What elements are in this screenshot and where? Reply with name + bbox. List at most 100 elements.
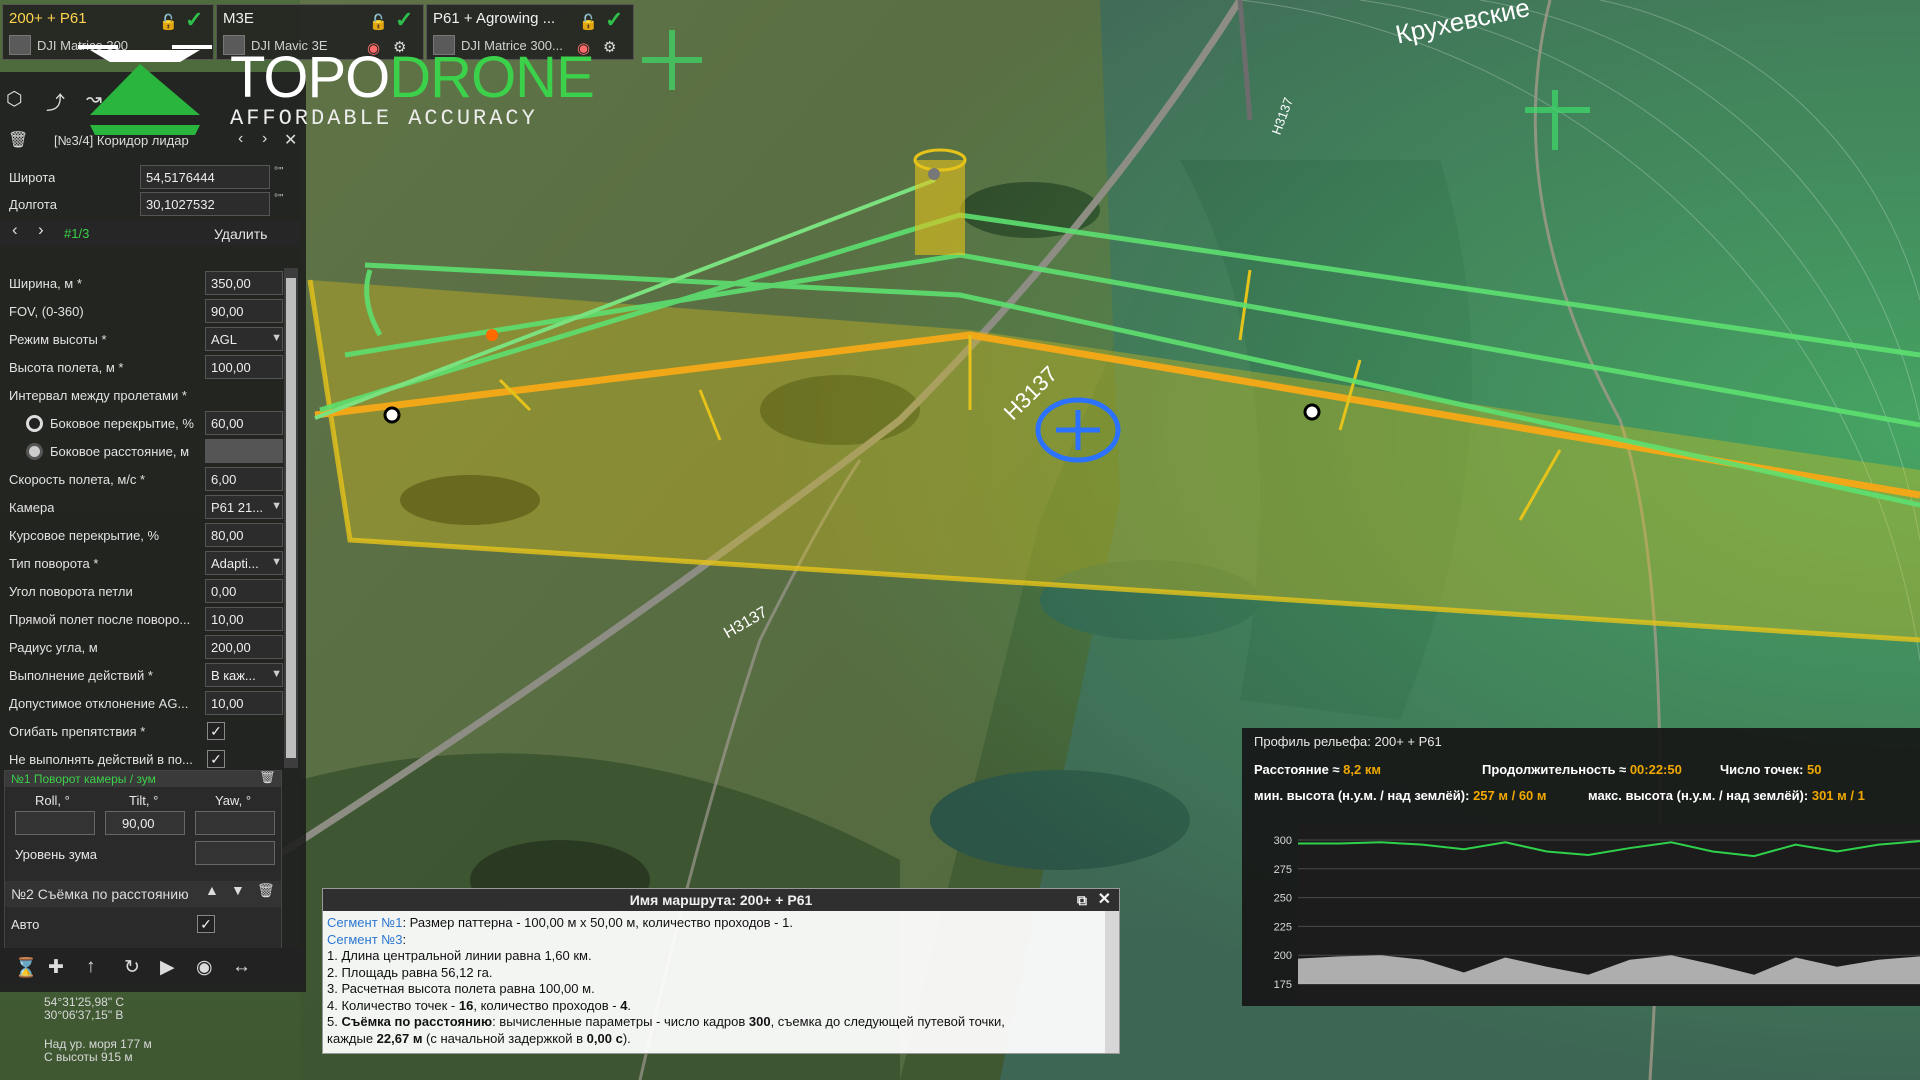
roll-label: Roll, ° [35, 793, 70, 808]
route-line: 2. Площадь равна 56,12 га. [327, 964, 493, 980]
field-label: Камера [9, 500, 55, 515]
y-tick-label: 175 [1274, 979, 1292, 991]
select-value: В кaж... [211, 668, 256, 683]
yaw-input[interactable] [195, 811, 275, 835]
field-label: Высота полета, м * [9, 360, 124, 375]
route-info-panel: Имя маршрута: 200+ + P61 ⧉ ✕ Сегмент №1:… [322, 888, 1120, 1054]
action-camera-zoom: №1 Поворот камеры / зум 🗑 Roll, ° Tilt, … [4, 770, 282, 950]
zoom-label: Уровень зума [15, 847, 98, 862]
segment-text: : Размер паттерна - 100,00 м x 50,00 м, … [402, 915, 793, 930]
side-distance-input[interactable] [205, 439, 283, 463]
auto-label: Авто [11, 917, 40, 932]
flight-speed-input[interactable]: 6,00 [205, 467, 283, 491]
route-info-body: Сегмент №1: Размер паттерна - 100,00 м x… [323, 911, 1103, 1053]
lock-icon[interactable]: 🔓 [579, 13, 598, 31]
field-label: FOV, (0-360) [9, 304, 84, 319]
profile-title: Профиль рельефа: 200+ + P61 [1254, 734, 1442, 749]
field-row: Боковое расстояние, м [0, 438, 300, 464]
field-row: Курсовое перекрытие, % 80,00 [0, 522, 300, 548]
move-down-icon[interactable]: ▼ [231, 882, 245, 898]
turn-type-select[interactable]: Adapti... ▼ [205, 551, 283, 575]
tilt-input[interactable]: 90,00 [105, 811, 185, 835]
skip-actions-checkbox[interactable]: ✓ [207, 750, 225, 768]
select-value: Adapti... [211, 556, 259, 571]
y-tick-label: 200 [1274, 950, 1292, 962]
loop-angle-input[interactable]: 0,00 [205, 579, 283, 603]
video-icon[interactable]: ▶ [160, 956, 175, 979]
profile-max-height: макс. высота (н.у.м. / над землёй): 301 … [1588, 788, 1865, 803]
drone-thumbnail [9, 35, 31, 55]
latitude-label: Широта [9, 170, 56, 185]
zoom-input[interactable] [195, 841, 275, 865]
route-info-scrollbar[interactable] [1105, 911, 1119, 1053]
field-row: Камера P61 21... ▼ [0, 494, 300, 520]
rotate-icon[interactable]: ↻ [124, 956, 140, 979]
next-point-icon[interactable]: › [38, 220, 44, 240]
lock-icon[interactable]: 🔓 [159, 13, 178, 31]
field-label: Радиус угла, м [9, 640, 98, 655]
altitude-mode-select[interactable]: AGL ▼ [205, 327, 283, 351]
settings-icon[interactable]: ⚙ [603, 38, 616, 56]
waypoint-add-icon[interactable]: ✚ [48, 956, 64, 979]
avoid-obstacles-checkbox[interactable]: ✓ [207, 722, 225, 740]
trash-icon[interactable]: 🗑 [257, 882, 275, 899]
coord-format-icon[interactable]: °'" [274, 166, 283, 177]
delete-button[interactable]: Удалить [214, 226, 267, 242]
latitude-input[interactable]: 54,5176444 [140, 165, 270, 189]
corner-radius-input[interactable]: 200,00 [205, 635, 283, 659]
route-info-header: Имя маршрута: 200+ + P61 ⧉ ✕ [323, 889, 1119, 911]
segment-link[interactable]: Сегмент №1 [327, 915, 402, 930]
front-overlap-input[interactable]: 80,00 [205, 523, 283, 547]
profile-distance: Расстояние ≈ 8,2 км [1254, 762, 1381, 777]
view-height: С высоты 915 м [44, 1050, 133, 1064]
y-tick-label: 225 [1274, 921, 1292, 933]
longitude-input[interactable]: 30,1027532 [140, 192, 270, 216]
segment-link[interactable]: Сегмент №3 [327, 932, 402, 947]
action-header: №1 Поворот камеры / зум 🗑 [5, 771, 281, 787]
prev-point-icon[interactable]: ‹ [12, 220, 18, 240]
profile-points: Число точек: 50 [1720, 762, 1822, 777]
move-up-icon[interactable]: ▲ [205, 882, 219, 898]
y-tick-label: 300 [1274, 835, 1292, 847]
profile-duration: Продолжительность ≈ 00:22:50 [1482, 762, 1682, 777]
camera-select[interactable]: P61 21... ▼ [205, 495, 283, 519]
scrollbar-thumb[interactable] [286, 278, 296, 758]
coord-format-icon[interactable]: °'" [274, 193, 283, 204]
dropdown-arrow-icon: ▼ [271, 668, 282, 680]
side-distance-radio[interactable] [26, 443, 43, 460]
route-line: 1. Длина центральной линии равна 1,60 км… [327, 948, 592, 963]
polygon-tool-icon[interactable]: ⬡ [6, 88, 23, 111]
fov-input[interactable]: 90,00 [205, 299, 283, 323]
side-overlap-radio[interactable] [26, 415, 43, 432]
close-icon[interactable]: ✕ [1098, 889, 1111, 911]
mission-panel: ⬡ ⤴ ↝ 🗑 [№3/4] Коридор лидар ‹ › ✕ Широт… [0, 72, 306, 992]
actions-mode-select[interactable]: В кaж... ▼ [205, 663, 283, 687]
field-label: Допустимое отклонение AG... [9, 696, 189, 711]
roll-input[interactable] [15, 811, 95, 835]
field-row: Тип поворота * Adapti... ▼ [0, 550, 300, 576]
hourglass-icon[interactable]: ⌛ [14, 956, 38, 980]
trash-icon[interactable]: 🗑 [8, 130, 28, 150]
longitude-label: Долгота [9, 197, 57, 212]
select-value: AGL [211, 332, 238, 347]
route-line: 5. Съёмка по расстоянию: вычисленные пар… [327, 1014, 1005, 1029]
field-label: Ширина, м * [9, 276, 82, 291]
field-row: Интервал между пролетами * [0, 382, 300, 408]
panel-scrollbar[interactable] [284, 268, 298, 768]
lock-icon[interactable]: 🔓 [369, 13, 388, 31]
flight-height-input[interactable]: 100,00 [205, 355, 283, 379]
pager-row: ‹ › #1/3 Удалить [0, 220, 300, 246]
agl-deviation-input[interactable]: 10,00 [205, 691, 283, 715]
side-overlap-input[interactable]: 60,00 [205, 411, 283, 435]
arrow-up-icon[interactable]: ↑ [86, 956, 96, 978]
dropdown-arrow-icon: ▼ [271, 500, 282, 512]
y-tick-label: 250 [1274, 893, 1292, 905]
width-input[interactable]: 350,00 [205, 271, 283, 295]
straight-after-turn-input[interactable]: 10,00 [205, 607, 283, 631]
distance-shot-icon[interactable]: ↔ [232, 956, 251, 978]
camera-icon[interactable]: ◉ [196, 956, 213, 979]
auto-checkbox[interactable]: ✓ [197, 915, 215, 933]
line-tool-icon[interactable]: ⤴ [46, 88, 65, 115]
copy-icon[interactable]: ⧉ [1077, 889, 1087, 911]
trash-icon[interactable]: 🗑 [259, 771, 276, 785]
